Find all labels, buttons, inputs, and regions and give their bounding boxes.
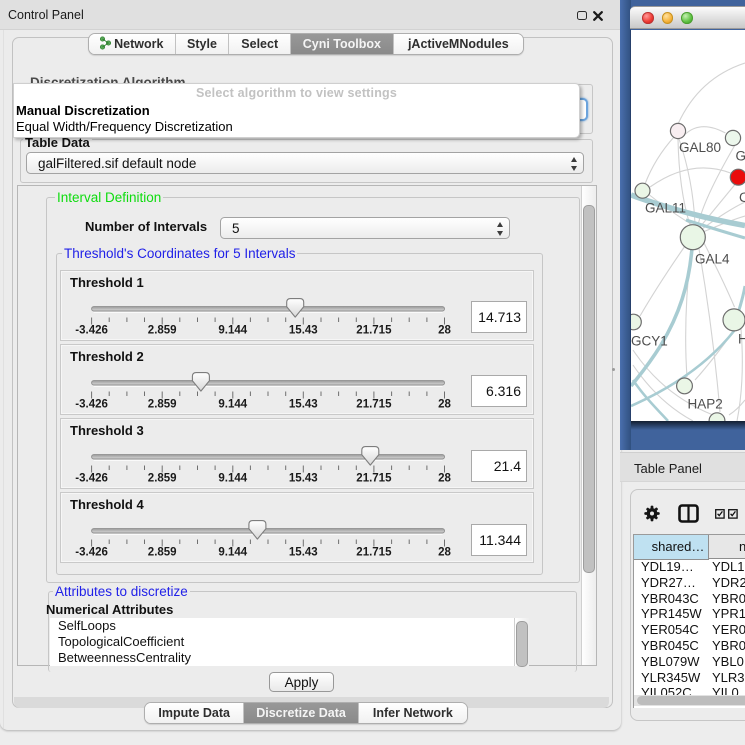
- svg-text:9.144: 9.144: [218, 324, 247, 336]
- svg-text:21.715: 21.715: [356, 547, 392, 559]
- svg-text:-3.426: -3.426: [75, 473, 108, 485]
- svg-text:GAL4: GAL4: [695, 252, 730, 267]
- svg-text:GCY1: GCY1: [631, 334, 668, 349]
- svg-text:15.43: 15.43: [289, 398, 318, 410]
- svg-text:H: H: [738, 332, 745, 347]
- svg-text:28: 28: [438, 473, 451, 485]
- svg-text:2.859: 2.859: [148, 324, 177, 336]
- svg-text:HAP2: HAP2: [687, 397, 722, 412]
- svg-text:C: C: [739, 190, 745, 205]
- svg-text:2.859: 2.859: [148, 398, 177, 410]
- svg-text:21.715: 21.715: [356, 473, 392, 485]
- svg-text:GAL: GAL: [735, 149, 745, 164]
- svg-text:15.43: 15.43: [289, 473, 318, 485]
- svg-text:9.144: 9.144: [218, 398, 247, 410]
- svg-text:28: 28: [438, 324, 451, 336]
- svg-text:9.144: 9.144: [218, 473, 247, 485]
- svg-text:GAL11: GAL11: [645, 201, 686, 216]
- svg-text:15.43: 15.43: [289, 324, 318, 336]
- svg-text:28: 28: [438, 398, 451, 410]
- svg-text:9.144: 9.144: [218, 547, 247, 559]
- svg-text:GAL80: GAL80: [679, 140, 721, 155]
- svg-text:-3.426: -3.426: [75, 547, 108, 559]
- svg-text:21.715: 21.715: [356, 324, 392, 336]
- svg-text:15.43: 15.43: [289, 547, 318, 559]
- svg-text:28: 28: [438, 547, 451, 559]
- svg-text:-3.426: -3.426: [75, 398, 108, 410]
- svg-text:2.859: 2.859: [148, 473, 177, 485]
- svg-text:2.859: 2.859: [148, 547, 177, 559]
- svg-text:21.715: 21.715: [356, 398, 392, 410]
- svg-text:-3.426: -3.426: [75, 324, 108, 336]
